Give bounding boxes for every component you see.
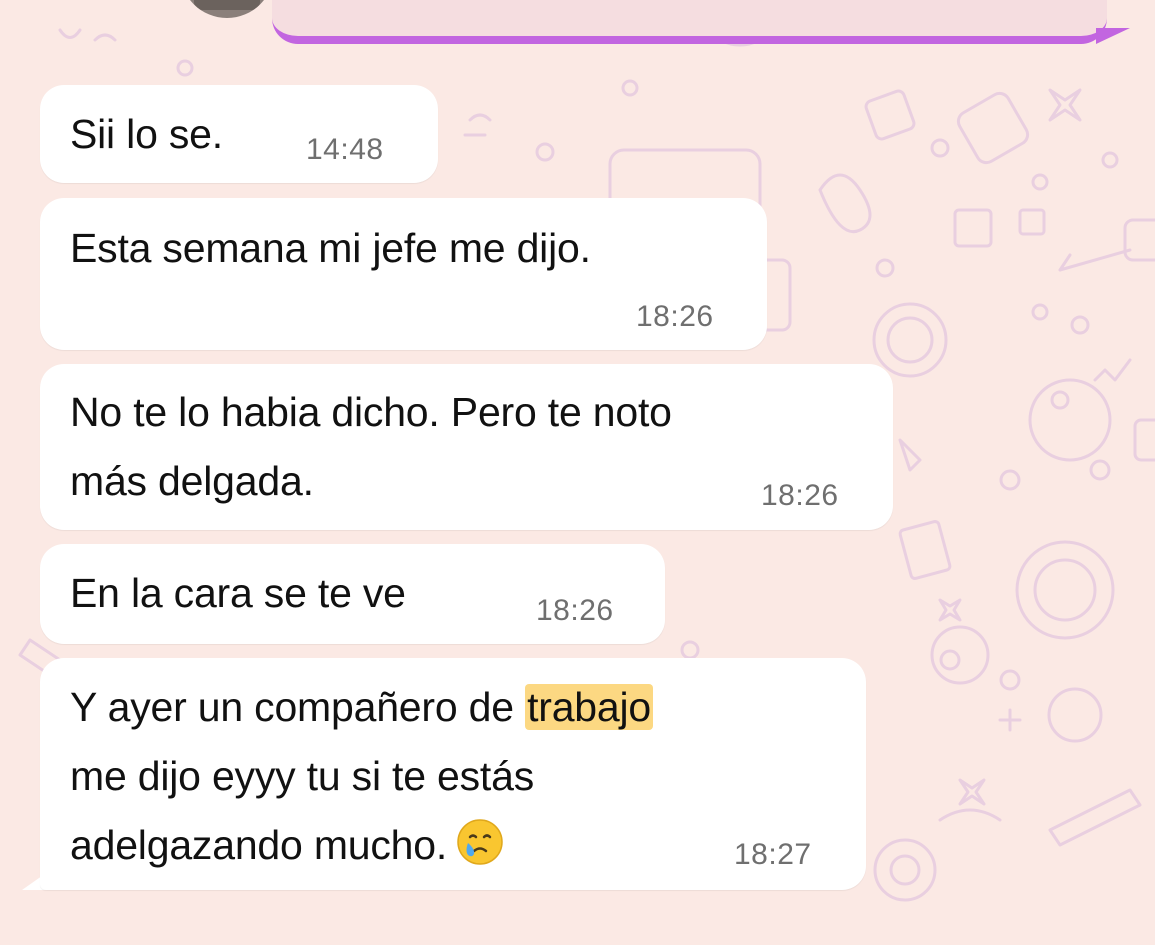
message-timestamp: 18:27	[734, 838, 812, 871]
message-bubble[interactable]: Esta semana mi jefe me dijo. 18:26	[40, 198, 767, 350]
message-text: En la cara se te ve	[70, 570, 406, 616]
message-text: Sii lo se.	[70, 111, 223, 157]
message-text-line: adelgazando mucho.	[70, 811, 505, 880]
message-bubble[interactable]: Y ayer un compañero de trabajo me dijo e…	[40, 658, 866, 890]
message-timestamp: 18:26	[536, 594, 614, 627]
message-timestamp: 18:26	[636, 300, 714, 333]
outgoing-bubble-tail	[1096, 28, 1130, 44]
message-text-line: Y ayer un compañero de trabajo	[70, 673, 654, 742]
face-holding-back-tears-icon	[457, 819, 503, 865]
outgoing-message-bubble[interactable]	[272, 0, 1107, 44]
message-bubble[interactable]: En la cara se te ve 18:26	[40, 544, 665, 644]
message-text-segment: Y ayer un compañero de	[70, 684, 526, 730]
search-highlight: trabajo	[525, 684, 654, 730]
message-timestamp: 18:26	[761, 479, 839, 512]
message-text: Esta semana mi jefe me dijo.	[70, 225, 591, 271]
message-bubble[interactable]: Sii lo se. 14:48	[40, 85, 438, 183]
message-timestamp: 14:48	[306, 133, 384, 166]
message-bubble[interactable]: No te lo habia dicho. Pero te noto más d…	[40, 364, 893, 530]
message-text-line: No te lo habia dicho. Pero te noto	[70, 389, 672, 435]
message-text-segment: adelgazando mucho.	[70, 822, 448, 868]
message-text-line: más delgada.	[70, 458, 314, 504]
message-text-line: me dijo eyyy tu si te estás	[70, 753, 535, 799]
